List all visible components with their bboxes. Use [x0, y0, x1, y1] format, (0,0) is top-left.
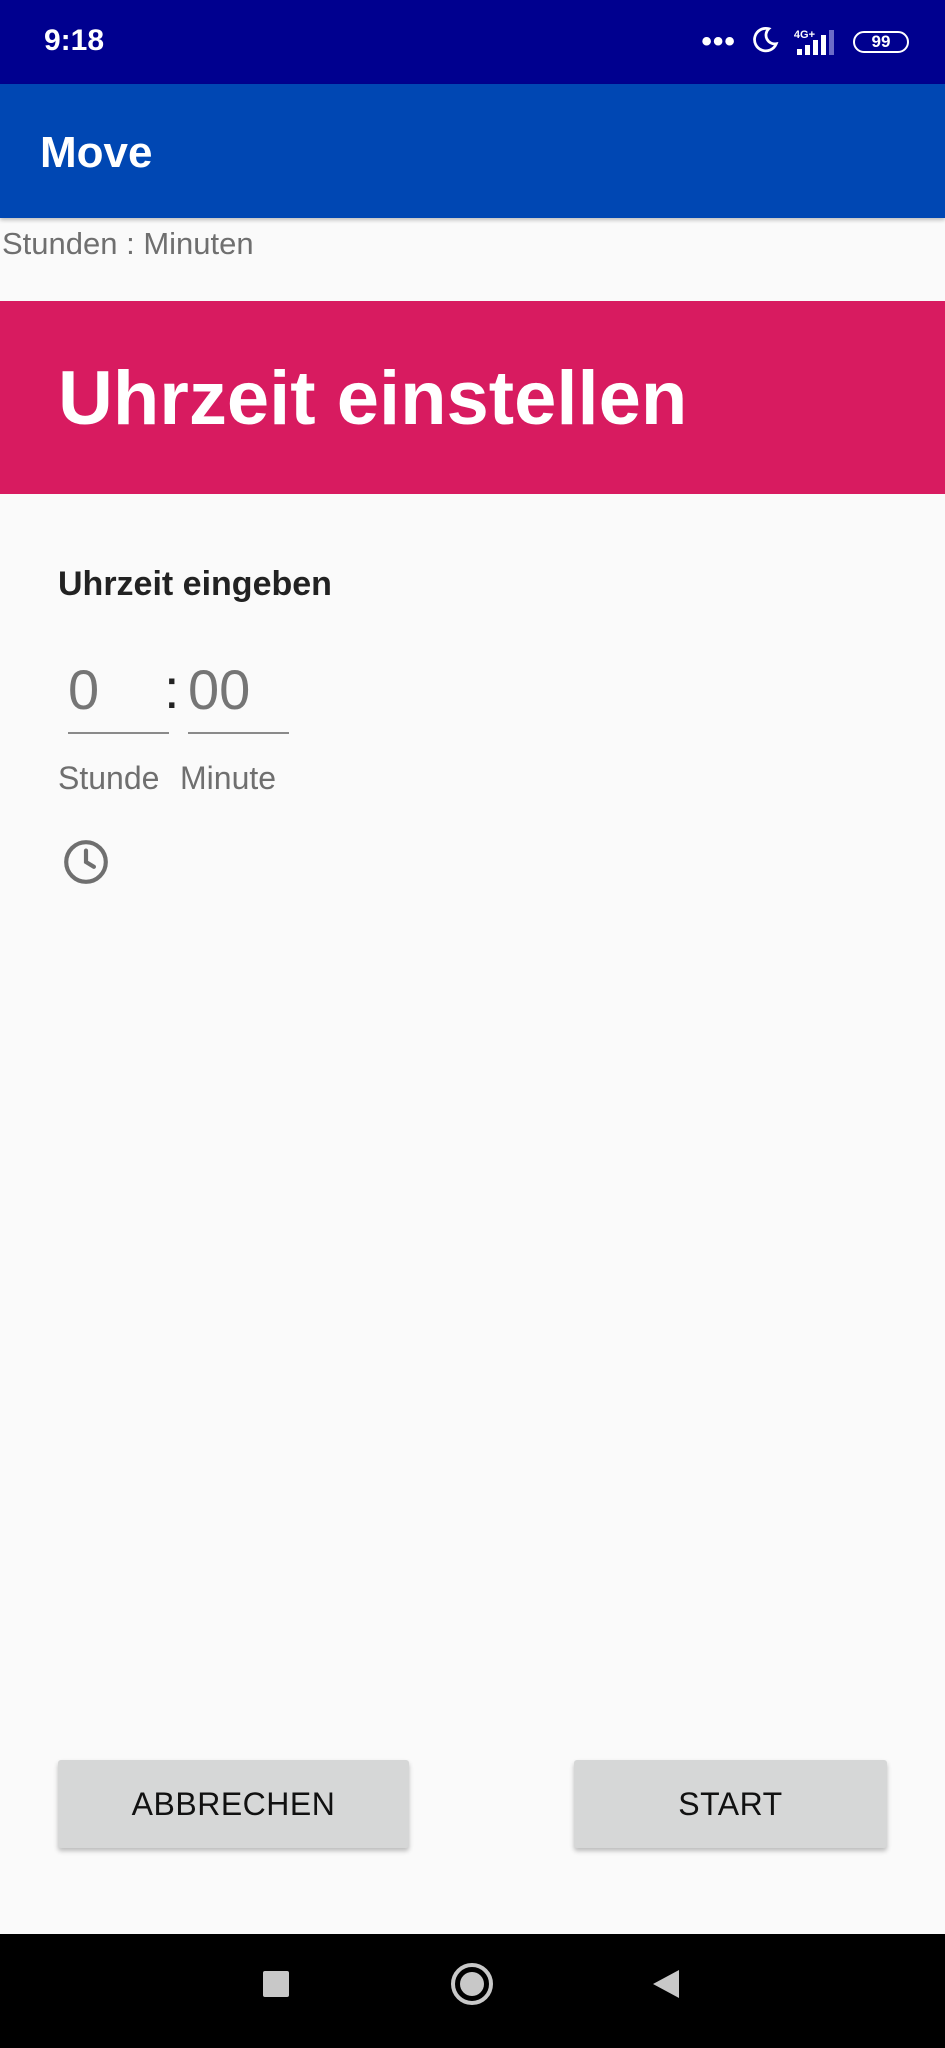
status-time: 9:18: [44, 24, 105, 57]
battery-icon: 99: [853, 31, 909, 53]
hour-label: Stunde: [58, 760, 160, 796]
cancel-button[interactable]: ABBRECHEN: [58, 1760, 409, 1848]
more-dots-icon: •••: [701, 25, 736, 58]
clock-toggle-button[interactable]: [58, 834, 114, 890]
back-triangle-icon[interactable]: [636, 1954, 696, 2014]
moon-icon: [750, 25, 780, 60]
clock-icon: [64, 840, 108, 884]
start-button[interactable]: START: [574, 1760, 887, 1848]
dialog-header: Uhrzeit einstellen: [0, 301, 945, 494]
dialog-title: Uhrzeit einstellen: [58, 356, 688, 441]
minute-input[interactable]: [188, 652, 289, 734]
home-circle-icon[interactable]: [442, 1954, 502, 2014]
time-separator: :: [164, 657, 180, 720]
recents-square-icon[interactable]: [246, 1954, 306, 2014]
minute-label: Minute: [180, 760, 277, 796]
signal-icon: 4G+: [794, 27, 839, 57]
navigation-bar: [0, 1934, 945, 2048]
hour-input[interactable]: [68, 652, 169, 734]
time-format-label: Stunden : Minuten: [2, 226, 254, 261]
app-title: Move: [40, 128, 153, 177]
battery-level: 99: [871, 32, 891, 51]
section-label: Uhrzeit eingeben: [58, 565, 332, 603]
status-bar: 9:18 ••• 4G+ 99: [0, 0, 945, 84]
status-icons: ••• 4G+ 99: [701, 22, 909, 62]
app-bar: Move: [0, 84, 945, 218]
